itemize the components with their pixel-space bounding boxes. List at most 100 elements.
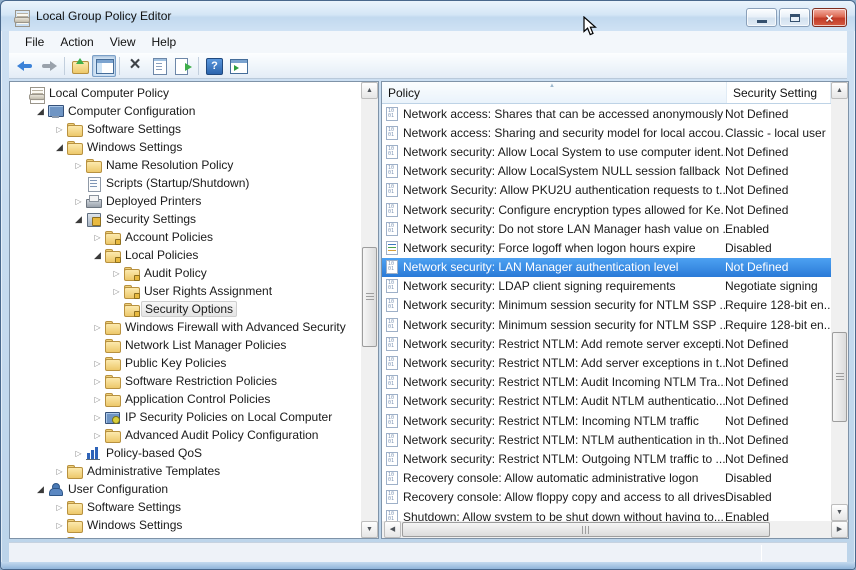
menu-item-view[interactable]: View — [102, 32, 144, 52]
policy-row[interactable]: Recovery console: Allow floppy copy and … — [382, 488, 831, 507]
collapsed-arrow-icon[interactable]: ▷ — [90, 323, 105, 332]
scroll-down-button[interactable]: ▼ — [831, 504, 848, 521]
tree-item-audit-policy[interactable]: ▷Audit Policy — [10, 264, 360, 282]
tree-item-advanced-audit-policy-configuration[interactable]: ▷Advanced Audit Policy Configuration — [10, 426, 360, 444]
expanded-arrow-icon[interactable]: ◢ — [90, 250, 105, 261]
tree-item-policy-based-qos[interactable]: ▷Policy-based QoS — [10, 444, 360, 462]
tree-item-windows-firewall-with-advanced-security[interactable]: ▷Windows Firewall with Advanced Security — [10, 318, 360, 336]
policy-row[interactable]: Network security: LDAP client signing re… — [382, 277, 831, 296]
minimize-button[interactable] — [746, 8, 777, 27]
close-button[interactable]: × — [812, 8, 847, 27]
collapsed-arrow-icon[interactable]: ▷ — [109, 287, 124, 296]
menu-item-action[interactable]: Action — [52, 32, 101, 52]
tree-item-local-policies[interactable]: ◢Local Policies — [10, 246, 360, 264]
policy-row[interactable]: Network security: Restrict NTLM: Outgoin… — [382, 449, 831, 468]
tree-item-administrative-templates[interactable]: ▷Administrative Templates — [10, 462, 360, 480]
tree-item-computer-configuration[interactable]: ◢Computer Configuration — [10, 102, 360, 120]
policy-row[interactable]: Network security: Allow LocalSystem NULL… — [382, 162, 831, 181]
policy-row[interactable]: Network security: Restrict NTLM: NTLM au… — [382, 430, 831, 449]
policy-row[interactable]: Network access: Shares that can be acces… — [382, 104, 831, 123]
policy-row[interactable]: Network security: Do not store LAN Manag… — [382, 219, 831, 238]
tree-item-user-configuration[interactable]: ◢User Configuration — [10, 480, 360, 498]
column-header-security-setting[interactable]: Security Setting — [727, 82, 831, 103]
expanded-arrow-icon[interactable]: ◢ — [33, 484, 48, 495]
up-one-level-button[interactable] — [68, 55, 92, 77]
maximize-button[interactable] — [779, 8, 810, 27]
back-button[interactable] — [13, 55, 37, 77]
expanded-arrow-icon[interactable]: ◢ — [52, 142, 67, 153]
tree-vertical-scrollbar[interactable]: ▲ ▼ — [361, 82, 378, 538]
tree-item-deployed-printers[interactable]: ▷Deployed Printers — [10, 192, 360, 210]
collapsed-arrow-icon[interactable]: ▷ — [90, 359, 105, 368]
list-horizontal-scrollbar[interactable]: ◀ ▶ — [382, 521, 848, 538]
collapsed-arrow-icon[interactable]: ▷ — [52, 467, 67, 476]
menu-item-help[interactable]: Help — [144, 32, 185, 52]
collapsed-arrow-icon[interactable]: ▷ — [90, 377, 105, 386]
tree-item-software-settings[interactable]: ▷Software Settings — [10, 120, 360, 138]
scroll-left-button[interactable]: ◀ — [384, 521, 401, 538]
list-hscrollbar-thumb[interactable] — [402, 522, 770, 537]
policy-row[interactable]: Network access: Sharing and security mod… — [382, 123, 831, 142]
policy-row[interactable]: Shutdown: Allow system to be shut down w… — [382, 507, 831, 521]
collapsed-arrow-icon[interactable]: ▷ — [109, 269, 124, 278]
expanded-arrow-icon[interactable]: ◢ — [33, 106, 48, 117]
tree-item-scripts-startup-shutdown[interactable]: Scripts (Startup/Shutdown) — [10, 174, 360, 192]
policy-row[interactable]: Network Security: Allow PKU2U authentica… — [382, 181, 831, 200]
tree-item-ip-security-policies-on-local-computer[interactable]: ▷IP Security Policies on Local Computer — [10, 408, 360, 426]
tree-item-public-key-policies[interactable]: ▷Public Key Policies — [10, 354, 360, 372]
policy-row[interactable]: Network security: Restrict NTLM: Audit N… — [382, 392, 831, 411]
scroll-up-button[interactable]: ▲ — [831, 82, 848, 99]
show-action-pane-button[interactable] — [226, 55, 250, 77]
scroll-up-button[interactable]: ▲ — [361, 82, 378, 99]
tree-item[interactable] — [10, 534, 360, 538]
list-vertical-scrollbar[interactable]: ▲ ▼ — [831, 82, 848, 521]
menu-item-file[interactable]: File — [17, 32, 52, 52]
tree-scrollbar-thumb[interactable] — [362, 247, 377, 347]
collapsed-arrow-icon[interactable]: ▷ — [90, 413, 105, 422]
collapsed-arrow-icon[interactable]: ▷ — [71, 161, 86, 170]
policy-row[interactable]: Recovery console: Allow automatic admini… — [382, 469, 831, 488]
collapsed-arrow-icon[interactable]: ▷ — [71, 197, 86, 206]
scroll-down-button[interactable]: ▼ — [361, 521, 378, 538]
list-scrollbar-thumb[interactable] — [832, 332, 847, 422]
tree-item-security-options[interactable]: Security Options — [10, 300, 360, 318]
policy-row[interactable]: Network security: Minimum session securi… — [382, 296, 831, 315]
policy-row[interactable]: Network security: Allow Local System to … — [382, 142, 831, 161]
expanded-arrow-icon[interactable]: ◢ — [71, 214, 86, 225]
policy-row[interactable]: Network security: Minimum session securi… — [382, 315, 831, 334]
title-bar[interactable]: Local Group Policy Editor × — [1, 1, 855, 31]
policy-row[interactable]: Network security: Restrict NTLM: Audit I… — [382, 373, 831, 392]
policy-row[interactable]: Network security: Configure encryption t… — [382, 200, 831, 219]
show-console-tree-button[interactable] — [92, 55, 116, 77]
tree-item-local-computer-policy[interactable]: Local Computer Policy — [10, 84, 360, 102]
help-button[interactable] — [202, 55, 226, 77]
tree-item-security-settings[interactable]: ◢Security Settings — [10, 210, 360, 228]
tree-item-network-list-manager-policies[interactable]: Network List Manager Policies — [10, 336, 360, 354]
policy-row[interactable]: Network security: LAN Manager authentica… — [382, 258, 831, 277]
tree-item-software-settings[interactable]: ▷Software Settings — [10, 498, 360, 516]
policy-row[interactable]: Network security: Restrict NTLM: Add ser… — [382, 353, 831, 372]
policy-row[interactable]: Network security: Force logoff when logo… — [382, 238, 831, 257]
collapsed-arrow-icon[interactable]: ▷ — [52, 521, 67, 530]
tree-item-account-policies[interactable]: ▷Account Policies — [10, 228, 360, 246]
collapsed-arrow-icon[interactable]: ▷ — [90, 431, 105, 440]
properties-button[interactable] — [147, 55, 171, 77]
tree-item-application-control-policies[interactable]: ▷Application Control Policies — [10, 390, 360, 408]
column-header-policy[interactable]: Policy▲ — [382, 82, 727, 103]
scroll-right-button[interactable]: ▶ — [831, 521, 848, 538]
tree-item-windows-settings[interactable]: ◢Windows Settings — [10, 138, 360, 156]
policy-row[interactable]: Network security: Restrict NTLM: Add rem… — [382, 334, 831, 353]
delete-button[interactable] — [123, 55, 147, 77]
collapsed-arrow-icon[interactable]: ▷ — [71, 449, 86, 458]
policy-row[interactable]: Network security: Restrict NTLM: Incomin… — [382, 411, 831, 430]
collapsed-arrow-icon[interactable]: ▷ — [52, 125, 67, 134]
collapsed-arrow-icon[interactable]: ▷ — [52, 503, 67, 512]
export-list-button[interactable] — [171, 55, 195, 77]
tree-item-windows-settings[interactable]: ▷Windows Settings — [10, 516, 360, 534]
tree-item-user-rights-assignment[interactable]: ▷User Rights Assignment — [10, 282, 360, 300]
tree-item-name-resolution-policy[interactable]: ▷Name Resolution Policy — [10, 156, 360, 174]
collapsed-arrow-icon[interactable]: ▷ — [90, 233, 105, 242]
collapsed-arrow-icon[interactable]: ▷ — [90, 395, 105, 404]
tree-item-software-restriction-policies[interactable]: ▷Software Restriction Policies — [10, 372, 360, 390]
forward-button[interactable] — [37, 55, 61, 77]
